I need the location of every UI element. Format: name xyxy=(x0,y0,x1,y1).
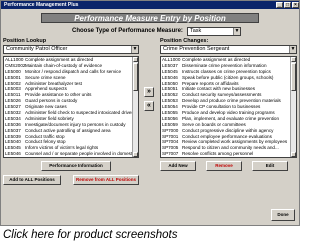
list-item[interactable]: SP7007 Resolve conflicts among personnel xyxy=(161,151,296,157)
chevron-down-icon[interactable]: ▼ xyxy=(289,46,296,53)
scroll-thumb[interactable] xyxy=(291,63,296,91)
remove-arrow-button[interactable]: « xyxy=(144,101,154,111)
right-measure-list[interactable]: ALL1000 Complete assignment as directed LE… xyxy=(160,56,297,158)
window-title: Performance Management Plus xyxy=(4,2,79,8)
measure-type-label: Choose Type of Performance Measure: xyxy=(72,28,183,34)
position-lookup-select[interactable]: Community Patrol Officer ▼ xyxy=(3,45,139,54)
edit-button[interactable]: Edit xyxy=(252,161,288,171)
scroll-up-icon[interactable] xyxy=(133,57,138,62)
list-item[interactable]: LE5046 Counsel and / or separate people i… xyxy=(4,151,138,157)
scroll-down-icon[interactable] xyxy=(291,152,296,157)
add-to-all-positions-button[interactable]: Add to ALL Positions xyxy=(3,175,61,185)
remove-button[interactable]: Remove xyxy=(206,161,242,171)
measure-type-value: Task xyxy=(190,28,202,34)
app-window: Performance Management Plus _ □ × Perfor… xyxy=(0,0,300,226)
close-button[interactable]: × xyxy=(292,2,299,8)
measure-code: SP7007 xyxy=(162,151,179,157)
position-changes-value: Crime Prevention Sergeant xyxy=(163,46,230,52)
scroll-down-icon[interactable] xyxy=(133,152,138,157)
chevron-down-icon[interactable]: ▼ xyxy=(131,46,138,53)
remove-from-all-positions-button[interactable]: Remove from ALL Positions xyxy=(73,175,139,185)
scroll-up-icon[interactable] xyxy=(291,57,296,62)
measure-type-select[interactable]: Task ▼ xyxy=(187,27,241,36)
position-lookup-label: Position Lookup xyxy=(3,38,47,44)
window-titlebar: Performance Management Plus _ □ × xyxy=(1,1,299,9)
performance-information-button[interactable]: Performance Information xyxy=(41,161,111,171)
chevron-down-icon[interactable]: ▼ xyxy=(233,28,240,35)
page-title: Performance Measure Entry by Position xyxy=(41,13,259,23)
position-lookup-value: Community Patrol Officer xyxy=(6,46,68,52)
left-measure-list[interactable]: ALL1000 Complete assignment as directed CM… xyxy=(3,56,139,158)
scroll-thumb[interactable] xyxy=(133,63,138,91)
right-list-scrollbar[interactable] xyxy=(290,57,296,157)
product-screenshots-link[interactable]: Click here for product screenshots xyxy=(3,229,178,241)
add-arrow-button[interactable]: » xyxy=(144,87,154,97)
position-changes-label: Position Changes: xyxy=(160,38,209,44)
minimize-button[interactable]: _ xyxy=(276,2,283,8)
measure-description: Counsel and / or separate people involve… xyxy=(25,151,138,157)
measure-code: LE5046 xyxy=(5,151,21,157)
add-new-button[interactable]: Add New xyxy=(160,161,196,171)
maximize-button[interactable]: □ xyxy=(284,2,291,8)
position-changes-select[interactable]: Crime Prevention Sergeant ▼ xyxy=(160,45,297,54)
measure-description: Resolve conflicts among personnel xyxy=(182,151,254,157)
left-list-scrollbar[interactable] xyxy=(132,57,138,157)
done-button[interactable]: Done xyxy=(271,209,295,221)
